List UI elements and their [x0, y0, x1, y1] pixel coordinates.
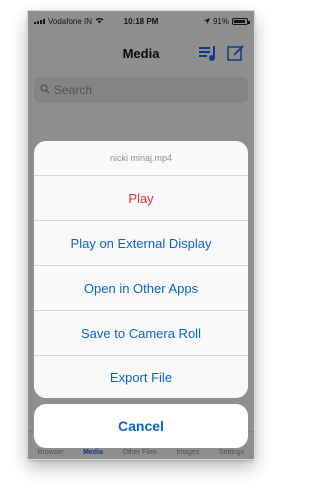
cancel-button[interactable]: Cancel [34, 404, 248, 448]
export-file-button[interactable]: Export File [34, 356, 248, 398]
phone-screen: Vodafone IN 10:18 PM 91% Media Search Br… [28, 11, 254, 459]
play-external-display-button[interactable]: Play on External Display [34, 221, 248, 266]
open-in-other-apps-button[interactable]: Open in Other Apps [34, 266, 248, 311]
save-to-camera-roll-button[interactable]: Save to Camera Roll [34, 311, 248, 356]
action-sheet-title: nicki minaj.mp4 [34, 141, 248, 176]
play-button[interactable]: Play [34, 176, 248, 221]
action-sheet: nicki minaj.mp4 Play Play on External Di… [34, 141, 248, 398]
